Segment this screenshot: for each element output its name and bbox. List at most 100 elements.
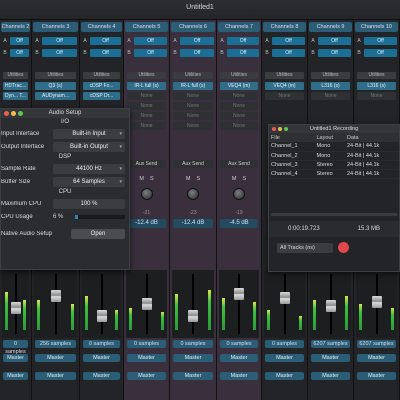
max-cpu-field[interactable]: 100 % xyxy=(53,198,125,209)
channel-name[interactable]: Channels 3 xyxy=(33,22,78,32)
mute-button[interactable]: M xyxy=(139,176,144,182)
aux-send-button[interactable]: Aux Send xyxy=(220,160,258,168)
utilities-button[interactable]: Utilities xyxy=(127,72,166,79)
mute-button[interactable]: M xyxy=(232,176,237,182)
input-interface-select[interactable]: Built-in Input xyxy=(53,128,125,139)
fader-cap[interactable] xyxy=(96,310,107,322)
utilities-button[interactable]: Utilities xyxy=(357,72,396,79)
insert-slot[interactable]: None xyxy=(173,102,213,110)
utilities-button[interactable]: Utilities xyxy=(173,72,213,79)
input-a-select[interactable]: Off xyxy=(364,36,397,45)
input-a-select[interactable]: Off xyxy=(134,36,167,45)
insert-slot[interactable]: cDSP Fx... xyxy=(83,82,120,90)
input-a-select[interactable]: Off xyxy=(42,36,77,45)
output-select[interactable]: Master xyxy=(35,372,76,380)
input-b-select[interactable]: Off xyxy=(42,48,77,57)
input-a-select[interactable]: Off xyxy=(272,36,305,45)
table-row[interactable]: Channel_2 Mono 24-Bit | 44.1k xyxy=(269,151,399,161)
fader-cap[interactable] xyxy=(371,296,382,308)
insert-slot[interactable]: Dyn... T... xyxy=(3,92,28,100)
solo-button[interactable]: S xyxy=(196,176,200,182)
output-select[interactable]: Master xyxy=(173,372,213,380)
utilities-button[interactable]: Utilities xyxy=(35,72,76,79)
output-select[interactable]: Master xyxy=(265,354,304,362)
input-a-select[interactable]: Off xyxy=(90,36,121,45)
input-a-select[interactable]: Off xyxy=(227,36,259,45)
insert-slot[interactable]: HDTrac... xyxy=(3,82,28,90)
insert-slot[interactable]: None xyxy=(311,92,350,100)
column-file[interactable]: File xyxy=(269,133,315,142)
table-row[interactable]: Channel_3 Stereo 24-Bit | 44.1k xyxy=(269,160,399,170)
sample-rate-select[interactable]: 44100 Hz xyxy=(53,163,125,174)
insert-slot[interactable]: AUDynam... xyxy=(35,92,76,100)
table-row[interactable]: Channel_4 Stereo 24-Bit | 44.1k xyxy=(269,169,399,179)
input-b-select[interactable]: Off xyxy=(364,48,397,57)
insert-slot[interactable]: IR-L full (s) xyxy=(173,82,213,90)
close-icon[interactable] xyxy=(4,111,9,116)
aux-send-button[interactable]: Aux Send xyxy=(173,160,213,168)
channel-name[interactable]: Channels 9 xyxy=(309,22,352,32)
utilities-button[interactable]: Utilities xyxy=(220,72,258,79)
insert-slot[interactable]: None xyxy=(173,92,213,100)
output-select[interactable]: Master xyxy=(311,372,350,380)
insert-slot[interactable]: Q3 (s) xyxy=(35,82,76,90)
insert-slot[interactable]: None xyxy=(173,122,213,130)
zoom-icon[interactable] xyxy=(18,111,23,116)
insert-slot[interactable]: None xyxy=(173,112,213,120)
output-select[interactable]: Master xyxy=(265,372,304,380)
minimize-icon[interactable] xyxy=(11,111,16,116)
fader-cap[interactable] xyxy=(234,288,244,300)
pan-knob[interactable] xyxy=(187,188,199,200)
solo-button[interactable]: S xyxy=(150,176,154,182)
pan-knob[interactable] xyxy=(140,188,153,200)
output-select[interactable]: Master xyxy=(220,372,258,380)
insert-slot[interactable]: VEQ4 (m) xyxy=(265,82,304,90)
insert-slot[interactable]: None xyxy=(127,92,166,100)
fader-cap[interactable] xyxy=(188,310,198,322)
insert-slot[interactable]: L316 (s) xyxy=(357,82,396,90)
input-b-select[interactable]: Off xyxy=(90,48,121,57)
fader-cap[interactable] xyxy=(325,300,336,312)
output-select[interactable]: Master xyxy=(357,372,396,380)
channel-name[interactable]: Channels 10 xyxy=(355,22,398,32)
insert-slot[interactable]: None xyxy=(220,122,258,130)
input-b-select[interactable]: Off xyxy=(318,48,351,57)
insert-slot[interactable]: None xyxy=(220,102,258,110)
channel-name[interactable]: Channels 4 xyxy=(81,22,122,32)
channel-name[interactable]: Channels 8 xyxy=(263,22,306,32)
insert-slot[interactable]: None xyxy=(127,122,166,130)
insert-slot[interactable]: None xyxy=(265,92,304,100)
output-select[interactable]: Master xyxy=(127,372,166,380)
utilities-button[interactable]: Utilities xyxy=(265,72,304,79)
output-select[interactable]: Master xyxy=(83,354,120,362)
buffer-size-select[interactable]: 64 Samples xyxy=(53,176,125,187)
insert-slot[interactable]: None xyxy=(220,112,258,120)
insert-slot[interactable]: None xyxy=(127,102,166,110)
input-b-select[interactable]: Off xyxy=(10,48,29,57)
output-interface-select[interactable]: Built-in Output xyxy=(53,141,125,152)
input-a-select[interactable]: Off xyxy=(10,36,29,45)
output-select[interactable]: Master xyxy=(127,354,166,362)
utilities-button[interactable]: Utilities xyxy=(311,72,350,79)
pan-knob[interactable] xyxy=(233,188,245,200)
fader-cap[interactable] xyxy=(279,292,290,304)
channel-name[interactable]: Channels 6 xyxy=(171,22,215,32)
output-select[interactable]: Master xyxy=(83,372,120,380)
input-b-select[interactable]: Off xyxy=(272,48,305,57)
input-a-select[interactable]: Off xyxy=(180,36,214,45)
table-row[interactable]: Channel_1 Mono 24-Bit | 44.1k xyxy=(269,142,399,152)
channel-name[interactable]: Channels 2 xyxy=(1,22,30,32)
fader-cap[interactable] xyxy=(50,290,61,302)
insert-slot[interactable]: cDSP Dr... xyxy=(83,92,120,100)
output-select[interactable]: Master xyxy=(3,354,28,362)
insert-slot[interactable]: None xyxy=(127,112,166,120)
input-a-select[interactable]: Off xyxy=(318,36,351,45)
fader-cap[interactable] xyxy=(141,298,152,310)
mute-button[interactable]: M xyxy=(186,176,191,182)
horizontal-scrollbar[interactable] xyxy=(271,213,397,216)
zoom-icon[interactable] xyxy=(284,127,288,131)
insert-slot[interactable]: None xyxy=(220,92,258,100)
close-icon[interactable] xyxy=(272,127,276,131)
minimize-icon[interactable] xyxy=(278,127,282,131)
record-button[interactable] xyxy=(338,242,349,253)
